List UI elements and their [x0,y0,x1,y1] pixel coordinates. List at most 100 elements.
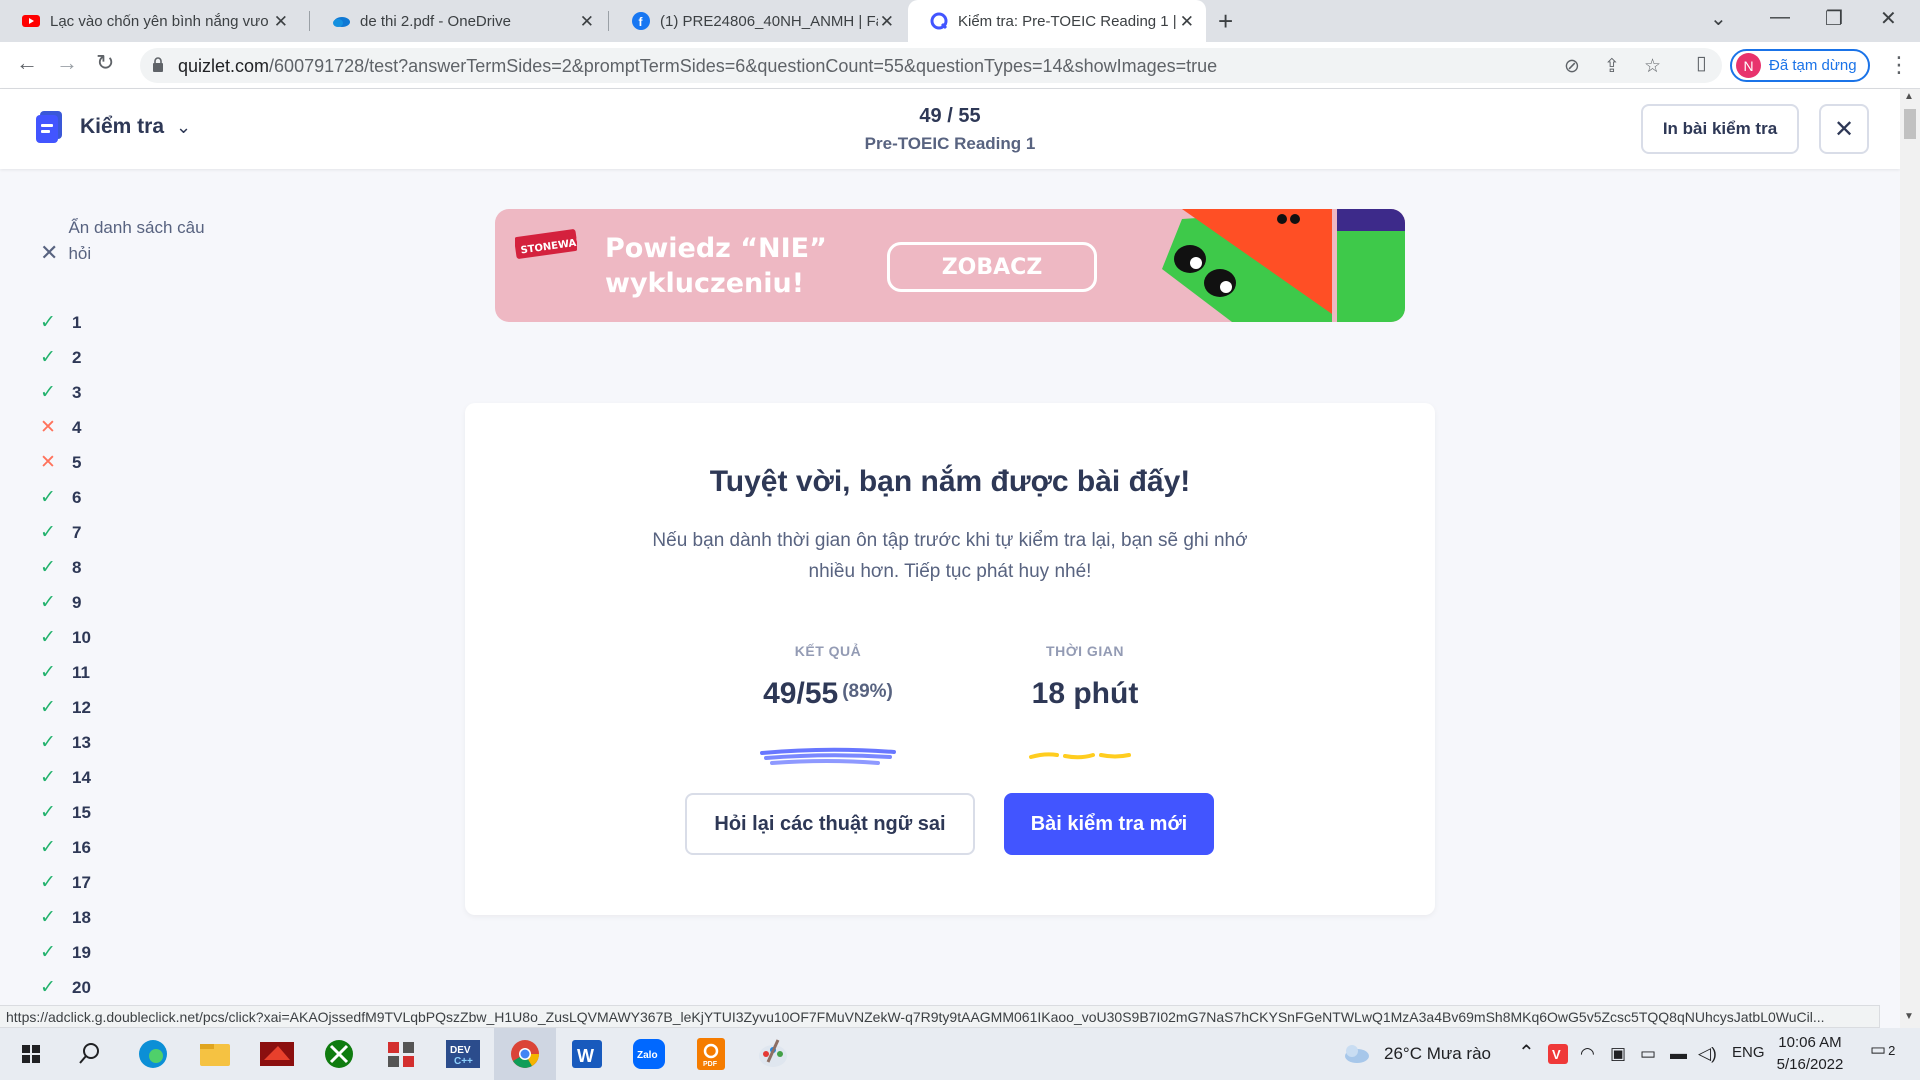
svg-text:Zalo: Zalo [637,1050,658,1061]
question-number: 10 [72,627,91,647]
question-number: 8 [72,557,82,577]
quizlet-icon [930,12,948,30]
browser-menu-icon[interactable]: ⋮ [1888,52,1910,78]
search-icon[interactable] [70,1036,108,1072]
question-item[interactable]: ✓ 17 [40,865,91,900]
tab-close-icon[interactable]: ✕ [1180,12,1194,32]
forward-icon[interactable]: → [56,50,78,76]
tab-search-chevron-icon[interactable]: ⌄ [1710,6,1727,31]
back-icon[interactable]: ← [16,50,38,76]
set-title[interactable]: Pre-TOEIC Reading 1 [0,134,1900,154]
question-item[interactable]: ✓ 3 [40,375,91,410]
question-number: 18 [72,907,91,927]
xbox-icon[interactable] [320,1036,358,1072]
weather-text[interactable]: 26°C Mưa rào [1384,1044,1491,1064]
question-item[interactable]: ✓ 6 [40,480,91,515]
question-item[interactable]: ✓ 11 [40,655,91,690]
check-icon: ✓ [40,312,56,333]
question-number: 2 [72,347,82,367]
hide-question-list-button[interactable]: ✕ Ẩn danh sách câu hỏi [40,215,228,267]
ad-banner[interactable]: STONEWALL Powiedz “NIE” wykluczeniu! ZOB… [495,209,1405,322]
question-item[interactable]: ✓ 9 [40,585,91,620]
close-test-button[interactable]: ✕ [1819,104,1869,154]
youtube-icon [22,15,40,27]
system-clock[interactable]: 10:06 AM 5/16/2022 [1760,1032,1860,1076]
question-item[interactable]: ✓ 10 [40,620,91,655]
reload-icon[interactable]: ↻ [96,50,114,76]
bookmark-star-icon[interactable]: ☆ [1644,55,1661,78]
battery-icon[interactable]: ▬ [1670,1044,1687,1064]
notification-icon[interactable]: ▭ 2 [1870,1040,1895,1060]
side-panel-icon[interactable]: ▯ [1696,52,1706,75]
check-icon: ✓ [40,627,56,648]
ad-illustration [1162,209,1405,322]
ad-headline-line1: Powiedz “NIE” [605,233,827,264]
question-number: 9 [72,592,82,612]
app-grid-icon[interactable] [382,1036,420,1072]
question-number: 11 [72,662,90,682]
edge-icon[interactable] [134,1036,172,1072]
question-item[interactable]: ✓ 12 [40,690,91,725]
question-item[interactable]: ✓ 19 [40,935,91,970]
volume-icon[interactable]: ◁) [1698,1044,1717,1064]
devc-icon[interactable]: DEVC++ [444,1036,482,1072]
new-test-button[interactable]: Bài kiểm tra mới [1004,793,1214,855]
tab-facebook[interactable]: f (1) PRE24806_40NH_ANMH | Face ✕ [610,0,906,42]
question-item[interactable]: ✕ 5 [40,445,91,480]
ad-cta-button[interactable]: ZOBACZ [887,242,1097,292]
question-item[interactable]: ✓ 7 [40,515,91,550]
share-icon[interactable]: ⇪ [1604,55,1620,78]
score-value: 49/55 [763,677,839,710]
question-item[interactable]: ✓ 8 [40,550,91,585]
window-close-icon[interactable]: ✕ [1880,6,1897,31]
paint-icon[interactable] [754,1036,792,1072]
url-path: /600791728/test?answerTermSides=2&prompt… [269,56,1218,76]
scroll-up-icon[interactable]: ▲ [1904,91,1914,102]
tab-quizlet[interactable]: Kiểm tra: Pre-TOEIC Reading 1 | Q ✕ [908,0,1206,42]
chrome-icon[interactable] [506,1036,544,1072]
weather-cloud-icon[interactable] [1340,1036,1374,1072]
word-icon[interactable]: W [568,1036,606,1072]
url-text[interactable]: quizlet.com/600791728/test?answerTermSid… [178,56,1217,77]
eye-off-icon[interactable]: ⊘ [1564,55,1580,78]
scroll-down-icon[interactable]: ▼ [1904,1011,1914,1022]
question-item[interactable]: ✓ 15 [40,795,91,830]
pdf-icon[interactable]: PDF [692,1036,730,1072]
tab-close-icon[interactable]: ✕ [580,12,594,32]
display-icon[interactable]: ▭ [1640,1044,1656,1064]
wifi-icon[interactable]: ◠ [1580,1044,1595,1064]
minimize-icon[interactable]: — [1770,6,1790,29]
address-bar[interactable]: quizlet.com/600791728/test?answerTermSid… [140,48,1722,83]
question-item[interactable]: ✓ 18 [40,900,91,935]
app-red-icon[interactable] [258,1036,296,1072]
time-label: THỜI GIAN [1046,643,1124,659]
scroll-thumb[interactable] [1904,109,1916,139]
restore-icon[interactable]: ❐ [1825,6,1843,31]
tab-youtube[interactable]: Lạc vào chốn yên bình nắng vươ ✕ [0,0,300,42]
tab-close-icon[interactable]: ✕ [274,12,288,32]
tab-close-icon[interactable]: ✕ [880,12,894,32]
question-item[interactable]: ✓ 14 [40,760,91,795]
page-scrollbar[interactable]: ▲ ▼ [1900,89,1920,1028]
profile-button[interactable]: N Đã tạm dừng [1730,49,1870,82]
question-item[interactable]: ✓ 13 [40,725,91,760]
new-tab-button[interactable]: + [1218,6,1233,37]
retry-wrong-terms-button[interactable]: Hỏi lại các thuật ngữ sai [685,793,975,855]
meet-icon[interactable]: ▣ [1610,1044,1626,1064]
zalo-icon[interactable]: Zalo [630,1036,668,1072]
tray-expand-icon[interactable]: ⌃ [1518,1040,1535,1065]
tab-onedrive[interactable]: de thi 2.pdf - OneDrive ✕ [310,0,606,42]
results-subtitle: Nếu bạn dành thời gian ôn tập trước khi … [652,530,1248,582]
cross-icon: ✕ [40,417,56,438]
windows-start-icon[interactable] [12,1036,50,1072]
print-test-button[interactable]: In bài kiểm tra [1641,104,1799,154]
question-item[interactable]: ✓ 1 [40,305,91,340]
file-explorer-icon[interactable] [196,1036,234,1072]
question-number: 19 [72,942,91,962]
question-item[interactable]: ✓ 16 [40,830,91,865]
vivaldi-tray-icon[interactable]: V [1546,1036,1570,1072]
question-item[interactable]: ✓ 2 [40,340,91,375]
score-label: KẾT QUẢ [794,643,862,659]
question-item[interactable]: ✓ 20 [40,970,91,1005]
question-item[interactable]: ✕ 4 [40,410,91,445]
